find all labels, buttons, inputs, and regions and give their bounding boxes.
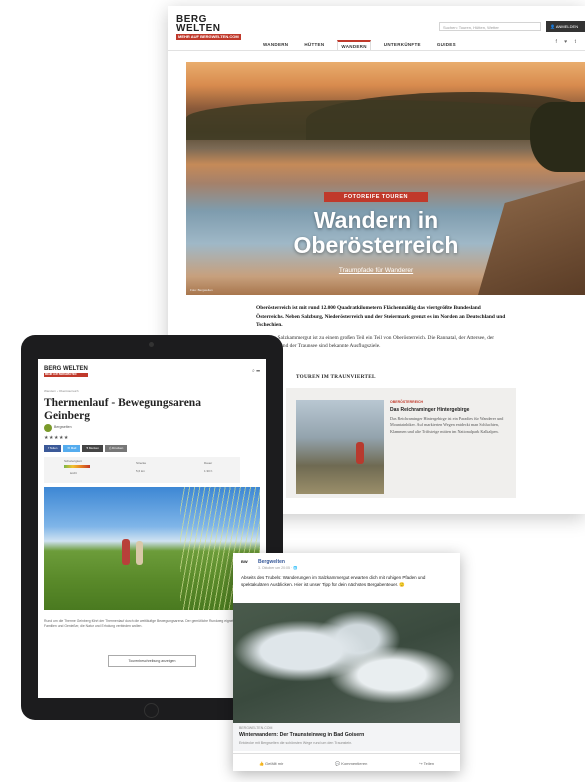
share-button[interactable]: ↪ Teilen: [419, 761, 434, 766]
tour-stats: Schwierigkeit leicht Strecke 5,6 km Daue…: [44, 457, 240, 483]
link-title: Winterwandern: Der Traunsteinweg in Bad …: [239, 732, 365, 738]
comment-button[interactable]: 💬 Kommentieren: [335, 761, 367, 766]
rating-stars: ★★★★★: [44, 435, 69, 441]
link-description: Entdecke mit Bergwelten die schönsten We…: [239, 741, 353, 745]
hero-link[interactable]: Traumpfade für Wanderer: [306, 267, 446, 274]
stat-value: leicht: [70, 471, 78, 475]
teaser-text: Das Reichraminger Hintergebirge ist ein …: [390, 416, 504, 434]
menu-icon[interactable]: ⌕ ☰: [252, 368, 260, 374]
tablet-screen: BERG WELTEN MEHR AUF BERGWELTEN ⌕ ☰ Wande…: [38, 359, 266, 698]
dock-shape: [478, 180, 585, 295]
link-preview[interactable]: BERGWELTEN.COM Winterwandern: Der Trauns…: [233, 723, 460, 751]
hiker-figure: [356, 442, 364, 464]
stat-value: 5,6 km: [136, 469, 146, 473]
stat-label: Dauer: [204, 461, 213, 465]
like-button[interactable]: 👍 Gefällt mir: [259, 761, 283, 766]
site-logo[interactable]: BERG WELTEN MEHR AUF BERGWELTEN.COM: [176, 15, 241, 40]
login-button[interactable]: 👤 ANMELDEN: [546, 21, 585, 32]
camera-icon: [149, 342, 154, 347]
print-button[interactable]: ⎙ Drucken: [104, 445, 128, 452]
search-input[interactable]: Suchen: Touren, Hütten, Wetter: [439, 22, 541, 31]
nav-item[interactable]: HÜTTEN: [301, 40, 327, 50]
section-heading: TOUREN IM TRAUNVIERTEL: [296, 374, 376, 380]
intro-text: Oberösterreich ist mit rund 12.000 Quadr…: [256, 305, 506, 349]
teaser-kicker: OBERÖSTERREICH: [390, 400, 424, 404]
mail-share-button[interactable]: ✉ Mail: [63, 445, 81, 452]
page-title: Thermenlauf - Bewegungsarena Geinberg: [44, 397, 201, 422]
site-header: BERG WELTEN MEHR AUF BERGWELTEN.COM Such…: [168, 6, 585, 51]
author-avatar: [44, 424, 52, 432]
author-name[interactable]: Bergwelten: [54, 425, 72, 429]
hero-title: Wandern in Oberösterreich: [293, 207, 459, 258]
nav-item[interactable]: WANDERN: [260, 40, 291, 50]
stat-label: Strecke: [136, 461, 147, 465]
post-timestamp[interactable]: 3. Oktober um 20:05 · 🌐: [258, 566, 297, 570]
site-logo[interactable]: BERG WELTEN MEHR AUF BERGWELTEN: [44, 366, 88, 377]
tour-description: Rund um die Therme Geinberg führt der Th…: [44, 619, 254, 629]
stat-label: Schwierigkeit: [64, 459, 82, 463]
show-description-button[interactable]: Tourenbeschreibung anzeigen: [108, 655, 196, 667]
share-bar: f Teilen ✉ Mail ♥ Merken ⎙ Drucken: [44, 445, 128, 452]
teaser-title[interactable]: Das Reichraminger Hintergebirge: [390, 407, 508, 413]
teaser-image: [296, 400, 384, 494]
home-button[interactable]: [144, 703, 159, 718]
tree-shape: [530, 102, 585, 172]
nav-item[interactable]: GUIDES: [434, 40, 459, 50]
post-text: Abseits des Trubels: Wanderungen im Salz…: [241, 575, 426, 587]
facebook-share-button[interactable]: f Teilen: [44, 445, 62, 452]
page-name[interactable]: Bergwelten: [258, 559, 285, 565]
breadcrumb[interactable]: Wandern › Oberösterreich: [44, 389, 79, 393]
bookmark-button[interactable]: ♥ Merken: [82, 445, 103, 452]
link-url: BERGWELTEN.COM: [239, 726, 273, 730]
post-image[interactable]: [233, 603, 460, 723]
social-icons[interactable]: f ♥ t: [555, 39, 579, 45]
nav-item-active[interactable]: WANDERN: [337, 40, 371, 50]
tour-photo: [44, 487, 260, 610]
tour-teaser-card[interactable]: OBERÖSTERREICH Das Reichraminger Hinterg…: [286, 388, 516, 498]
photo-credit: Foto: Bergwelten: [190, 288, 213, 292]
hiker-figure: [122, 539, 130, 565]
stat-value: 1:30 h: [204, 469, 213, 473]
difficulty-gauge: [64, 465, 90, 468]
mountain-shape: [186, 100, 585, 140]
hero-kicker: FOTOREIFE TOUREN: [324, 192, 428, 202]
nav-item[interactable]: UNTERKÜNFTE: [381, 40, 424, 50]
facebook-post: BW Bergwelten 3. Oktober um 20:05 · 🌐 Ab…: [233, 553, 460, 771]
main-nav: WANDERN HÜTTEN WANDERN UNTERKÜNFTE GUIDE…: [260, 40, 459, 50]
hero-image: FOTOREIFE TOUREN Wandern in Oberösterrei…: [186, 62, 585, 295]
hiker-figure: [136, 541, 143, 565]
page-avatar[interactable]: BW: [241, 559, 253, 571]
post-actions: 👍 Gefällt mir 💬 Kommentieren ↪ Teilen: [233, 753, 460, 771]
